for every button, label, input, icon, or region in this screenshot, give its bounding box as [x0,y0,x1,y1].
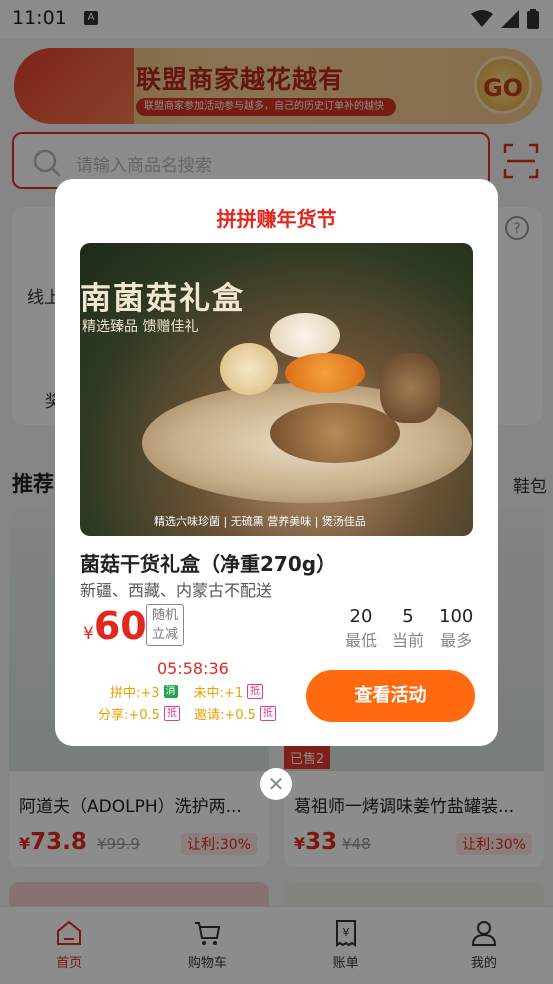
reward-rules-row-1: 拼中:+3 消 未中:+1 抵 [110,682,264,701]
mushroom-graphic [380,353,440,423]
modal-product-name: 菌菇干货礼盒（净重270g） [80,552,337,576]
image-footer: 精选六味珍菌 | 无硫熏 营养美味 | 煲汤佳品 [154,515,366,528]
random-discount-tag: 随机 立减 [146,604,184,646]
reward-rules-row-2: 分享:+0.5 抵 邀请:+0.5 抵 [98,704,276,723]
stat-min: 20 最低 [345,606,378,650]
rule-invite: 邀请:+0.5 [193,708,256,723]
rule-invite-chip: 抵 [259,706,276,721]
image-headline: 南菌菇礼盒 [80,281,245,317]
rule-miss: 未中:+1 [193,686,244,701]
view-activity-button[interactable]: 查看活动 [306,670,475,722]
mushroom-graphic [220,343,278,395]
stat-max: 100 最多 [439,606,474,650]
countdown-timer: 05:58:36 [157,659,229,678]
stat-current: 5 当前 [392,606,425,650]
promo-modal: 拼拼赚年货节 南菌菇礼盒 精选臻品 馈赠佳礼 精选六味珍菌 | 无硫熏 营养美味… [55,179,498,746]
modal-price: ¥60 [83,604,147,648]
close-icon[interactable]: ✕ [260,768,292,800]
rule-win-chip: 消 [163,685,178,698]
mushroom-graphic [270,403,400,463]
mushroom-graphic [285,353,365,393]
rule-win: 拼中:+3 [110,686,160,701]
mushroom-graphic [270,313,340,358]
product-image[interactable]: 南菌菇礼盒 精选臻品 馈赠佳礼 精选六味珍菌 | 无硫熏 营养美味 | 煲汤佳品 [80,243,473,536]
rule-share: 分享:+0.5 [98,708,160,723]
image-tagline: 精选臻品 馈赠佳礼 [82,319,199,335]
rule-share-chip: 抵 [163,706,180,721]
rule-miss-chip: 抵 [247,684,264,699]
shipping-note: 新疆、西藏、内蒙古不配送 [80,581,273,600]
modal-title: 拼拼赚年货节 [216,207,337,231]
